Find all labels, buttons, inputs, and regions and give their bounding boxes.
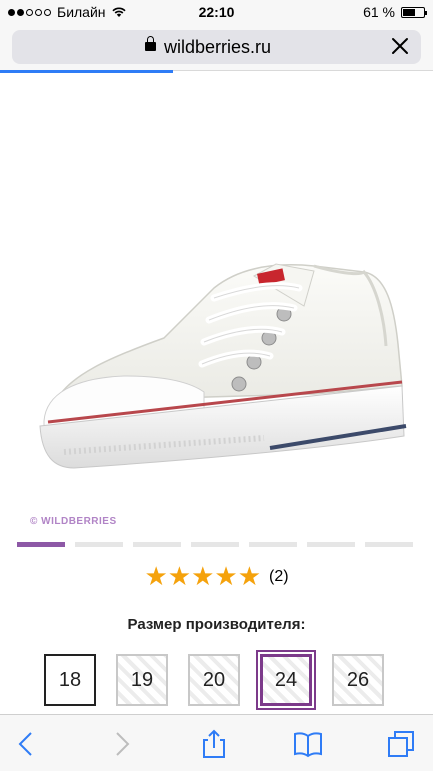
- image-carousel-indicator[interactable]: [17, 542, 413, 548]
- size-options: 18 19 20 24 26: [44, 650, 384, 710]
- bookmarks-icon[interactable]: [293, 729, 323, 759]
- size-option-24[interactable]: 24: [256, 650, 316, 710]
- battery-icon: [401, 6, 427, 18]
- size-section-title: Размер производителя:: [127, 616, 306, 633]
- close-icon[interactable]: [389, 35, 411, 57]
- carousel-dot[interactable]: [17, 542, 65, 547]
- page-load-progress: [0, 70, 174, 73]
- address-bar[interactable]: wildberries.ru: [12, 30, 421, 64]
- sneaker-image: [39, 263, 407, 469]
- review-count[interactable]: (2): [269, 568, 289, 586]
- carousel-dot[interactable]: [133, 542, 181, 547]
- status-right: 61 %: [363, 4, 427, 20]
- star-icon: ★: [167, 561, 192, 591]
- size-option-19[interactable]: 19: [116, 654, 168, 706]
- tabs-icon[interactable]: [386, 729, 416, 759]
- battery-percent: 61 %: [363, 4, 395, 20]
- forward-icon[interactable]: [106, 729, 136, 759]
- product-rating[interactable]: ★★★★★ (2): [0, 563, 433, 590]
- star-icon: ★: [237, 561, 261, 591]
- size-option-18[interactable]: 18: [44, 654, 96, 706]
- carousel-dot[interactable]: [191, 542, 239, 547]
- url-text[interactable]: wildberries.ru: [164, 37, 271, 58]
- carousel-dot[interactable]: [249, 542, 297, 547]
- product-image[interactable]: © WILDBERRIES: [14, 76, 419, 536]
- size-option-26[interactable]: 26: [332, 654, 384, 706]
- back-icon[interactable]: [12, 729, 42, 759]
- size-option-20[interactable]: 20: [188, 654, 240, 706]
- star-icon: ★: [214, 561, 238, 591]
- carousel-dot[interactable]: [75, 542, 123, 547]
- lock-icon: [145, 36, 156, 51]
- share-icon[interactable]: [199, 729, 229, 759]
- status-bar: Билайн 22:10 61 %: [0, 0, 433, 24]
- browser-toolbar: [0, 714, 433, 771]
- rating-stars: ★★★★★: [144, 563, 261, 590]
- star-icon: ★: [191, 561, 215, 591]
- browser-address-area: wildberries.ru: [0, 24, 433, 71]
- watermark: © WILDBERRIES: [30, 516, 117, 527]
- carousel-dot[interactable]: [365, 542, 413, 547]
- star-icon: ★: [144, 561, 168, 591]
- carousel-dot[interactable]: [307, 542, 355, 547]
